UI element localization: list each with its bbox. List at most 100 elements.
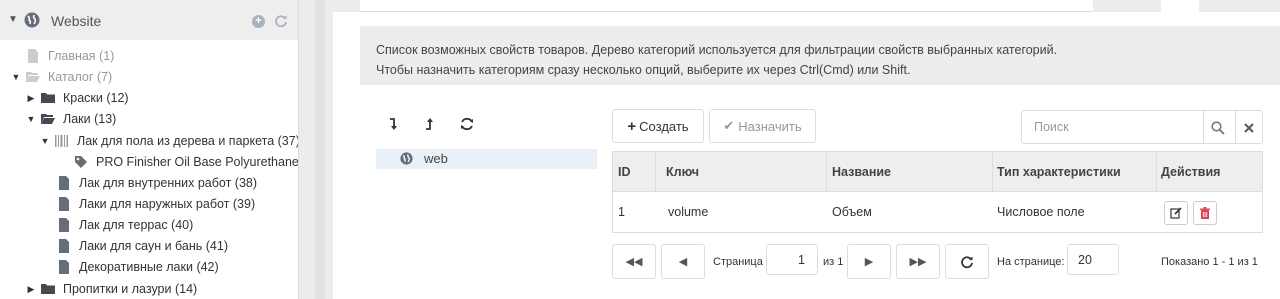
column-header-name[interactable]: Название — [827, 152, 992, 192]
tree-node-web[interactable]: web — [376, 149, 597, 169]
tree-item-home[interactable]: Главная (1) — [10, 46, 114, 66]
search-input[interactable]: Поиск — [1034, 120, 1069, 134]
chevron-right-icon: ▶ — [864, 256, 874, 268]
tree-item-product[interactable]: PRO Finisher Oil Base Polyurethane — [58, 152, 299, 172]
caret-right-icon[interactable]: ▶ — [25, 93, 37, 104]
tab-active[interactable] — [360, 0, 1093, 12]
file-icon — [28, 49, 38, 63]
tree-item-label: Лаки (13) — [63, 112, 117, 126]
info-box: Список возможных свойств товаров. Дерево… — [360, 26, 1280, 85]
first-page-button[interactable]: ◀◀ — [612, 244, 656, 279]
cell-key: volume — [668, 205, 709, 219]
file-icon — [59, 218, 69, 232]
properties-table: ID Ключ Название Тип характеристики Дейс… — [612, 151, 1263, 233]
file-icon — [59, 260, 69, 274]
tab-inactive[interactable] — [1131, 0, 1280, 12]
delete-button[interactable] — [1193, 201, 1217, 225]
tree-item-exterior[interactable]: Лаки для наружных работ (39) — [41, 194, 255, 214]
tree-item-label: Декоративные лаки (42) — [79, 260, 219, 274]
table-row[interactable]: 1 volume Объем Числовое поле — [613, 192, 1262, 232]
refresh-tree-icon[interactable] — [459, 116, 475, 132]
barcode-icon — [55, 135, 68, 147]
chevron-left-icon: ◀ — [678, 256, 688, 268]
tree-item-label: Лаки для саун и бань (41) — [79, 239, 228, 253]
tree-item-sauna[interactable]: Лаки для саун и бань (41) — [41, 236, 228, 256]
prev-page-button[interactable]: ◀ — [661, 244, 705, 279]
tree-item-label: Лаки для наружных работ (39) — [79, 197, 256, 211]
globe-icon — [24, 12, 40, 28]
tree-item-decorative[interactable]: Декоративные лаки (42) — [41, 257, 219, 277]
per-page-label: На странице: — [997, 256, 1065, 268]
refresh-page-button[interactable] — [945, 244, 989, 279]
tab-strip — [333, 0, 1280, 12]
page-label: Страница — [713, 256, 763, 268]
edit-button[interactable] — [1164, 201, 1188, 225]
splitter[interactable] — [300, 0, 333, 299]
expand-all-icon[interactable] — [386, 116, 402, 132]
tree-item-catalog[interactable]: ▼ Каталог (7) — [10, 67, 113, 87]
create-button[interactable]: + Создать — [612, 109, 704, 143]
per-page-input[interactable]: 20 — [1067, 244, 1119, 275]
tag-icon — [75, 156, 87, 168]
site-row[interactable]: ▼ Website + — [0, 0, 298, 40]
column-header-key[interactable]: Ключ — [661, 152, 826, 192]
search-icon[interactable] — [1211, 121, 1225, 135]
search-field[interactable]: Поиск — [1021, 110, 1263, 144]
sidebar: ▼ Website + Главная (1) ▼ Каталог (7) ▶ … — [0, 0, 299, 299]
tree-item-label: Пропитки и лазури (14) — [63, 282, 198, 296]
tree-item-label: Лак для террас (40) — [79, 218, 194, 232]
assign-button-label: Назначить — [738, 118, 802, 134]
add-icon[interactable]: + — [252, 15, 265, 28]
file-icon — [59, 176, 69, 190]
trash-icon — [1200, 207, 1210, 219]
caret-right-icon[interactable]: ▶ — [25, 284, 37, 295]
tree-item-interior[interactable]: Лак для внутренних работ (38) — [41, 173, 257, 193]
double-chevron-left-icon: ◀◀ — [625, 256, 643, 268]
tree-item-label: Каталог (7) — [48, 70, 113, 84]
tree-item-varnishes[interactable]: ▼ Лаки (13) — [25, 109, 117, 129]
column-header-type[interactable]: Тип характеристики — [992, 152, 1157, 192]
tree-item-terrace[interactable]: Лак для террас (40) — [41, 215, 193, 235]
tree-item-label: PRO Finisher Oil Base Polyurethane — [96, 155, 299, 169]
tree-item-paints[interactable]: ▶ Краски (12) — [25, 88, 129, 108]
shown-count-label: Показано 1 - 1 из 1 — [1161, 256, 1258, 268]
cell-name: Объем — [832, 205, 872, 219]
tree-item-floor-varnish[interactable]: ▼ Лак для пола из дерева и паркета (37) — [39, 131, 299, 151]
folder-open-icon — [26, 72, 40, 82]
tree-item-label: Лак для внутренних работ (38) — [79, 176, 258, 190]
file-icon — [59, 197, 69, 211]
check-icon: ✔ — [723, 118, 735, 133]
next-page-button[interactable]: ▶ — [847, 244, 891, 279]
column-header-actions: Действия — [1161, 165, 1221, 179]
clear-icon[interactable] — [1244, 123, 1254, 133]
double-chevron-right-icon: ▶▶ — [909, 256, 927, 268]
folder-open-icon — [41, 114, 55, 124]
caret-down-icon[interactable]: ▼ — [8, 14, 18, 25]
tree-item-label: Лак для пола из дерева и паркета (37) — [77, 134, 299, 148]
caret-down-icon[interactable]: ▼ — [10, 72, 22, 82]
cell-type: Числовое поле — [997, 205, 1085, 219]
assign-button[interactable]: ✔ Назначить — [709, 109, 816, 143]
page-input[interactable]: 1 — [766, 244, 818, 275]
table-header: ID Ключ Название Тип характеристики Дейс… — [613, 152, 1262, 192]
site-label: Website — [51, 13, 102, 29]
refresh-icon — [961, 255, 973, 268]
plus-icon: + — [627, 117, 637, 135]
collapse-all-icon[interactable] — [422, 116, 438, 132]
file-icon — [59, 239, 69, 253]
globe-icon — [400, 152, 413, 165]
column-header-id[interactable]: ID — [613, 152, 655, 192]
refresh-icon[interactable] — [274, 14, 288, 28]
tree-item-label: Краски (12) — [63, 91, 129, 105]
last-page-button[interactable]: ▶▶ — [896, 244, 940, 279]
tree-item-impregnations[interactable]: ▶ Пропитки и лазури (14) — [25, 279, 198, 299]
edit-icon — [1170, 207, 1182, 219]
tree-item-label: Главная (1) — [48, 49, 115, 63]
caret-down-icon[interactable]: ▼ — [25, 114, 37, 124]
info-line-2: Чтобы назначить категориям сразу несколь… — [376, 63, 911, 77]
caret-down-icon[interactable]: ▼ — [39, 136, 51, 146]
folder-icon — [41, 284, 55, 294]
cell-id: 1 — [618, 205, 625, 219]
folder-icon — [41, 93, 55, 103]
info-line-1: Список возможных свойств товаров. Дерево… — [376, 43, 1058, 57]
